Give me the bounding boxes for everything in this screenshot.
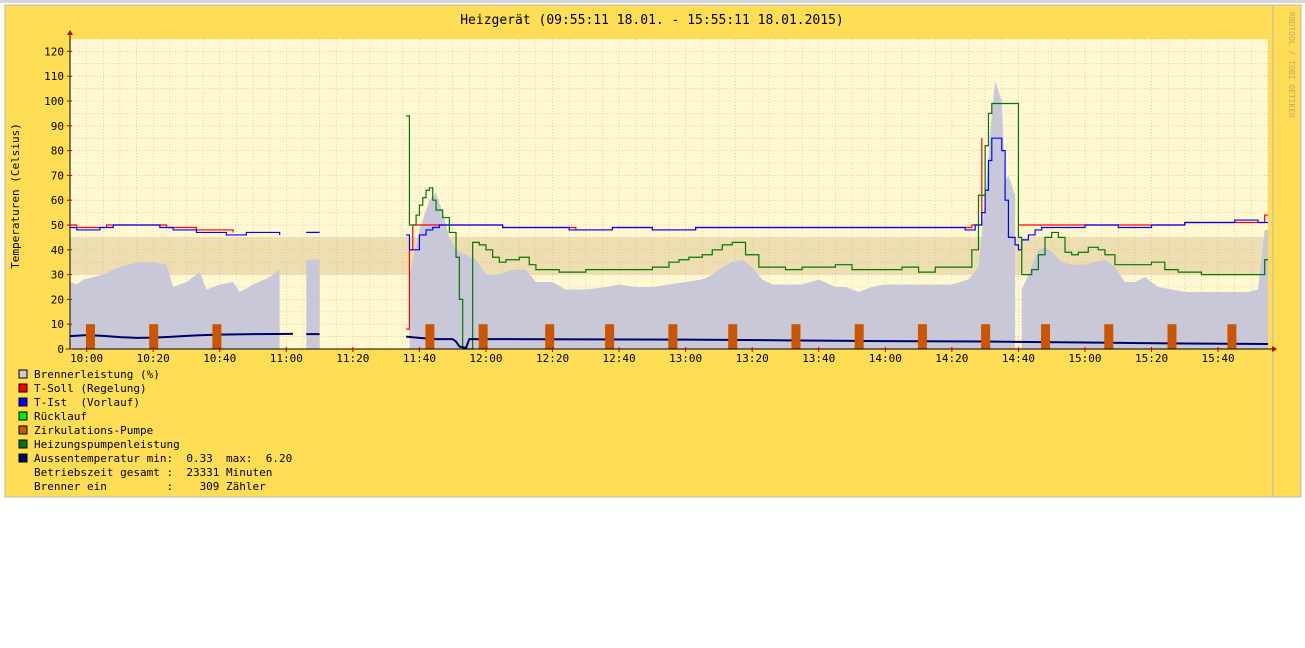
y-tick-label: 80 (51, 145, 64, 158)
legend-label-ruecklauf: Rücklauf (34, 410, 87, 423)
x-tick-label: 15:20 (1135, 352, 1168, 365)
legend-item-heizungspumpenleistung: Heizungspumpenleistung (18, 438, 180, 451)
x-tick-label: 14:00 (869, 352, 902, 365)
pump-pulse-bar (791, 324, 801, 349)
x-tick-label: 13:00 (669, 352, 702, 365)
pump-pulse-bar (85, 324, 95, 349)
y-tick-label: 60 (51, 194, 64, 207)
legend-swatch-t-soll (18, 383, 28, 393)
pump-pulse-bar (149, 324, 159, 349)
pump-pulse-bar (1041, 324, 1051, 349)
x-tick-label: 15:00 (1068, 352, 1101, 365)
y-tick-label: 90 (51, 120, 64, 133)
watermark: RRDTOOL / TOBI OETIKER (1287, 12, 1296, 118)
legend-label-zirkulationspumpe: Zirkulations-Pumpe (34, 424, 153, 437)
pump-pulse-bar (668, 324, 678, 349)
y-tick-label: 100 (44, 95, 64, 108)
x-tick-label: 10:40 (203, 352, 236, 365)
y-tick-label: 40 (51, 244, 64, 257)
legend-swatch-ruecklauf (18, 411, 28, 421)
legend-swatch-aussentemperatur (18, 453, 28, 463)
y-tick-label: 70 (51, 169, 64, 182)
pump-pulse-bar (605, 324, 615, 349)
legend-item-zirkulationspumpe: Zirkulations-Pumpe (18, 424, 153, 437)
x-tick-label: 12:20 (536, 352, 569, 365)
legend-swatch-brennerleistung (18, 369, 28, 379)
x-tick-label: 14:20 (935, 352, 968, 365)
pump-pulse-bar (1104, 324, 1114, 349)
footer-betriebszeit: Betriebszeit gesamt : 23331 Minuten (34, 466, 272, 479)
brennerleistung-area-1 (306, 259, 320, 349)
pump-pulse-bar (545, 324, 555, 349)
legend-label-heizungspumpenleistung: Heizungspumpenleistung (34, 438, 180, 451)
pump-pulse-bar (1167, 324, 1177, 349)
pump-pulse-bar (478, 324, 488, 349)
legend-label-t-ist: T-Ist (Vorlauf) (34, 396, 140, 409)
legend-item-aussentemperatur: Aussentemperatur min: 0.33 max: 6.20 (18, 452, 292, 465)
y-tick-label: 0 (57, 343, 64, 356)
x-tick-label: 10:20 (137, 352, 170, 365)
chart: Heizgerät (09:55:11 18.01. - 15:55:11 18… (0, 0, 1305, 498)
pump-pulse-bar (854, 324, 864, 349)
legend-item-brennerleistung: Brennerleistung (%) (18, 368, 160, 381)
legend-label-brennerleistung: Brennerleistung (%) (34, 368, 160, 381)
legend-swatch-heizungspumpenleistung (18, 439, 28, 449)
y-tick-label: 30 (51, 269, 64, 282)
x-tick-label: 15:40 (1202, 352, 1235, 365)
x-tick-label: 10:00 (70, 352, 103, 365)
x-tick-label: 12:00 (469, 352, 502, 365)
pump-pulse-bar (1227, 324, 1237, 349)
y-tick-label: 110 (44, 70, 64, 83)
frame-top-border (0, 0, 1305, 3)
pump-pulse-bar (212, 324, 222, 349)
legend-item-t-soll: T-Soll (Regelung) (18, 382, 147, 395)
x-tick-label: 11:00 (270, 352, 303, 365)
y-tick-label: 10 (51, 318, 64, 331)
pump-pulse-bar (917, 324, 927, 349)
legend-label-t-soll: T-Soll (Regelung) (34, 382, 147, 395)
chart-title: Heizgerät (09:55:11 18.01. - 15:55:11 18… (460, 13, 844, 28)
legend-label-aussentemperatur: Aussentemperatur min: 0.33 max: 6.20 (34, 452, 292, 465)
y-tick-label: 50 (51, 219, 64, 232)
x-tick-label: 12:40 (603, 352, 636, 365)
footer-brenner-ein: Brenner ein : 309 Zähler (34, 480, 266, 493)
pump-pulse-bar (425, 324, 435, 349)
legend-swatch-zirkulationspumpe (18, 425, 28, 435)
pump-pulse-bar (728, 324, 738, 349)
pump-pulse-bar (981, 324, 991, 349)
legend-swatch-t-ist (18, 397, 28, 407)
x-tick-label: 13:40 (802, 352, 835, 365)
y-tick-label: 120 (44, 45, 64, 58)
y-axis-label: Temperaturen (Celsius) (9, 123, 22, 269)
x-tick-label: 13:20 (736, 352, 769, 365)
legend-item-t-ist: T-Ist (Vorlauf) (18, 396, 140, 409)
y-tick-label: 20 (51, 293, 64, 306)
x-tick-label: 11:20 (336, 352, 369, 365)
x-tick-label: 11:40 (403, 352, 436, 365)
x-tick-label: 14:40 (1002, 352, 1035, 365)
